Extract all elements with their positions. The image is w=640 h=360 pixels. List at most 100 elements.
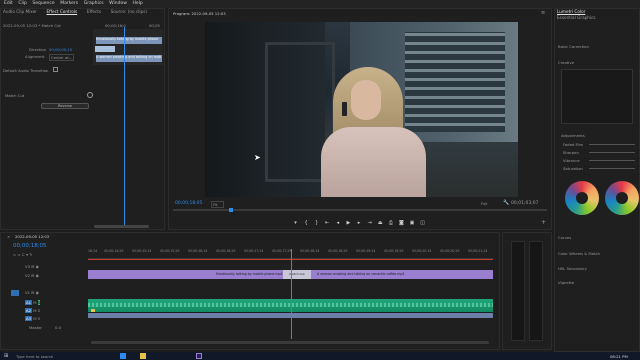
play-icon[interactable]: ▶ [344, 220, 353, 226]
ruler-tick-1: 00;00;14;29 [104, 249, 124, 253]
lock-icon[interactable]: ⊟ [31, 290, 34, 295]
eye-icon[interactable]: ◉ [36, 290, 39, 295]
marker-icon[interactable]: ▾ [291, 220, 300, 226]
mute-icon[interactable]: M [33, 300, 36, 305]
program-timecode[interactable]: 00;00;18;05 [175, 201, 202, 206]
mini-clip-1[interactable]: Emotionally talking by mobile phone [96, 37, 162, 44]
menu-clip[interactable]: Clip [18, 0, 27, 8]
mini-clip-2[interactable]: A woman smoking and talking on mob [96, 55, 162, 62]
section-adjustments[interactable]: Adjustments [561, 133, 585, 138]
building-windows [405, 32, 505, 132]
tab-source[interactable]: Source: (no clips) [111, 9, 147, 15]
section-basic-correction[interactable]: Basic Correction [558, 44, 589, 49]
track-a1[interactable]: A1 M S [25, 300, 65, 305]
section-vignette[interactable]: Vignette [558, 280, 574, 285]
section-creative[interactable]: Creative [558, 60, 574, 65]
track-a3[interactable]: A3 M S [25, 316, 65, 321]
fit-select[interactable]: Fit [211, 201, 225, 208]
timeline-scrollbar[interactable] [91, 341, 489, 344]
transition-match-cut[interactable]: Match Cut [283, 270, 311, 279]
effects-scrollbar[interactable] [94, 225, 149, 228]
menu-markers[interactable]: Markers [60, 0, 78, 8]
menu-window[interactable]: Window [109, 0, 127, 8]
tab-effects[interactable]: Effects [87, 9, 101, 15]
tab-audio-mixer[interactable]: Audio Clip Mixer [3, 9, 37, 15]
clip-v1-right[interactable]: A woman smoking and talking on romantic … [311, 270, 493, 279]
ruler-tick-6: 00;00;17;14 [244, 249, 264, 253]
solo-icon[interactable]: S [38, 308, 40, 313]
wrench-icon[interactable]: 🔧 [503, 200, 509, 206]
out-point-icon[interactable]: } [312, 220, 321, 226]
taskbar-search[interactable]: Type here to search [16, 354, 53, 359]
default-audio-toggle[interactable] [53, 67, 58, 72]
mini-transition[interactable] [95, 46, 115, 52]
go-to-out-icon[interactable]: ⇥ [365, 220, 374, 226]
comparison-icon[interactable]: ◫ [418, 220, 427, 226]
section-curves[interactable]: Curves [558, 235, 571, 240]
menu-sequence[interactable]: Sequence [32, 0, 54, 8]
track-v1[interactable]: V1 ⊟ ◉ [25, 290, 65, 295]
app-icon-folder[interactable] [140, 353, 146, 359]
eye-icon[interactable]: ◉ [36, 264, 39, 269]
reverse-button[interactable]: Reverse [41, 103, 89, 109]
track-v3[interactable]: V3 ⊟ ◉ [25, 264, 65, 269]
tab-essential-graphics[interactable]: Essential Graphics [557, 15, 596, 21]
tab-effect-controls[interactable]: Effect Controls [47, 9, 78, 15]
app-icon-edge[interactable] [120, 353, 126, 359]
duration-value[interactable]: 00;00;00;15 [49, 47, 72, 52]
effects-timecode: 00;00;16;0 [105, 23, 126, 28]
app-icon-premiere[interactable] [196, 353, 202, 359]
snap-icon[interactable]: ⊂ ⊃ ⊏ ▾ ✎ [13, 252, 32, 257]
in-point-icon[interactable]: { [302, 220, 311, 226]
windows-start-icon[interactable]: ⊞ [4, 353, 8, 359]
master-label: Master [29, 325, 42, 330]
solo-icon[interactable]: S [37, 300, 41, 305]
track-a2[interactable]: A2 M S [25, 308, 65, 313]
track-v2[interactable]: V2 ⊟ ◉ [25, 273, 65, 278]
add-button-icon[interactable]: + [541, 219, 546, 226]
vibrance-slider[interactable] [589, 160, 635, 161]
program-monitor: Program: 2022-09-05 12:03 ≡ ➤ 00;00;18;0… [168, 8, 552, 230]
highlight-tint-wheel[interactable] [605, 181, 639, 215]
menu-edit[interactable]: Edit [4, 0, 13, 8]
saturation-slider[interactable] [589, 168, 635, 169]
master-value[interactable]: 0.0 [55, 325, 61, 330]
timeline-close-icon[interactable]: × [7, 234, 10, 239]
effects-playhead[interactable] [124, 27, 125, 227]
section-color-wheels[interactable]: Color Wheels & Match [558, 251, 600, 256]
shadow-tint-wheel[interactable] [565, 181, 599, 215]
audio-marker-icon[interactable] [91, 309, 95, 312]
sharpen-slider[interactable] [589, 152, 635, 153]
timeline-timecode[interactable]: 00;00;18;05 [13, 243, 47, 249]
timeline-playhead[interactable] [291, 249, 292, 339]
mute-icon[interactable]: M [33, 308, 36, 313]
lift-icon[interactable]: ⏏ [376, 220, 385, 226]
lock-icon[interactable]: ⊟ [31, 273, 34, 278]
faded-film-slider[interactable] [589, 144, 635, 145]
mute-icon[interactable]: M [33, 316, 36, 321]
camera-icon[interactable]: ▣ [408, 220, 417, 226]
section-hsl[interactable]: HSL Secondary [558, 266, 587, 271]
reset-icon[interactable] [87, 92, 93, 98]
quality-select[interactable]: Full [481, 201, 488, 206]
alignment-select[interactable]: Center at... [49, 54, 75, 61]
menu-graphics[interactable]: Graphics [84, 0, 104, 8]
clip-v1-left[interactable]: Emotionally talking by mobile phone.mp4 [88, 270, 283, 279]
v1-source-patch[interactable] [11, 290, 19, 296]
program-playhead-icon[interactable] [229, 208, 233, 212]
go-to-in-icon[interactable]: ⇤ [323, 220, 332, 226]
ruler-tick-0: 16;14 [88, 249, 98, 253]
program-menu-icon[interactable]: ≡ [541, 10, 545, 16]
step-forward-icon[interactable]: ▸ [355, 220, 364, 226]
eye-icon[interactable]: ◉ [36, 273, 39, 278]
lock-icon[interactable]: ⊟ [31, 264, 34, 269]
woman-body [321, 127, 426, 197]
export-frame-icon[interactable]: ◙ [397, 220, 406, 226]
ruler-tick-11: 00;00;19;29 [384, 249, 404, 253]
solo-icon[interactable]: S [38, 316, 40, 321]
step-back-icon[interactable]: ◂ [333, 220, 342, 226]
ruler-tick-4: 00;00;16;14 [188, 249, 208, 253]
extract-icon[interactable]: ⎙ [386, 220, 395, 226]
menu-help[interactable]: Help [133, 0, 143, 8]
creative-preview [561, 69, 633, 124]
